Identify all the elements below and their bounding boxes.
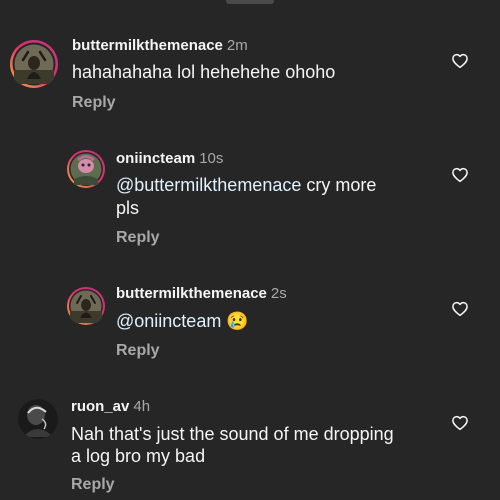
like-button[interactable]: [451, 300, 469, 318]
reply-comment-item: buttermilkthemenace 2s @oniincteam 😢 Repl…: [0, 270, 500, 370]
comment-header: ruon_av 4h: [71, 398, 150, 416]
heart-icon: [452, 415, 468, 431]
crying-face-emoji: 😢: [226, 311, 249, 331]
comments-sheet: buttermilkthemenace 2m hahahahaha lol heh…: [0, 0, 500, 500]
username[interactable]: buttermilkthemenace: [72, 37, 223, 54]
avatar[interactable]: [66, 149, 106, 189]
timestamp: 2s: [270, 285, 287, 302]
like-button[interactable]: [451, 52, 469, 70]
heart-icon: [452, 167, 468, 183]
comment-text-line-2: a log bro my bad: [71, 446, 206, 466]
comment-text-line-2: pls: [116, 198, 140, 218]
comment-header: buttermilkthemenace 2s: [116, 285, 287, 303]
comment-item: buttermilkthemenace 2m hahahahaha lol heh…: [0, 0, 500, 120]
comment-text-line-1: @buttermilkthemenace cry more: [116, 174, 376, 196]
like-button[interactable]: [451, 166, 469, 184]
mention-link[interactable]: @buttermilkthemenace: [116, 175, 301, 195]
timestamp: 2m: [226, 37, 248, 54]
comment-header: oniincteam 10s: [116, 150, 223, 168]
like-button[interactable]: [451, 414, 469, 432]
username[interactable]: buttermilkthemenace: [116, 285, 267, 302]
comment-item: ruon_av 4h Nah that's just the sound of m…: [0, 390, 500, 500]
avatar[interactable]: [66, 286, 106, 326]
avatar[interactable]: [9, 39, 59, 89]
timestamp: 10s: [199, 150, 224, 167]
heart-icon: [452, 301, 468, 317]
comment-text-line-1: Nah that's just the sound of me dropping: [71, 424, 394, 444]
comment-header: buttermilkthemenace 2m: [72, 37, 248, 55]
username[interactable]: ruon_av: [71, 398, 129, 415]
reply-button[interactable]: Reply: [71, 476, 115, 494]
timestamp: 4h: [133, 398, 151, 415]
username[interactable]: oniincteam: [116, 150, 195, 167]
avatar[interactable]: [18, 399, 58, 439]
reply-button[interactable]: Reply: [72, 94, 116, 112]
reply-button[interactable]: Reply: [116, 229, 160, 247]
comment-text: cry more: [301, 175, 377, 195]
comment-text-line-1: @oniincteam 😢: [116, 310, 249, 332]
reply-comment-item: oniincteam 10s @buttermilkthemenace cry m…: [0, 130, 500, 250]
comment-text: hahahahaha lol hehehehe ohoho: [72, 62, 336, 82]
reply-button[interactable]: Reply: [116, 342, 160, 360]
mention-link[interactable]: @oniincteam: [116, 311, 221, 331]
heart-icon: [452, 53, 468, 69]
